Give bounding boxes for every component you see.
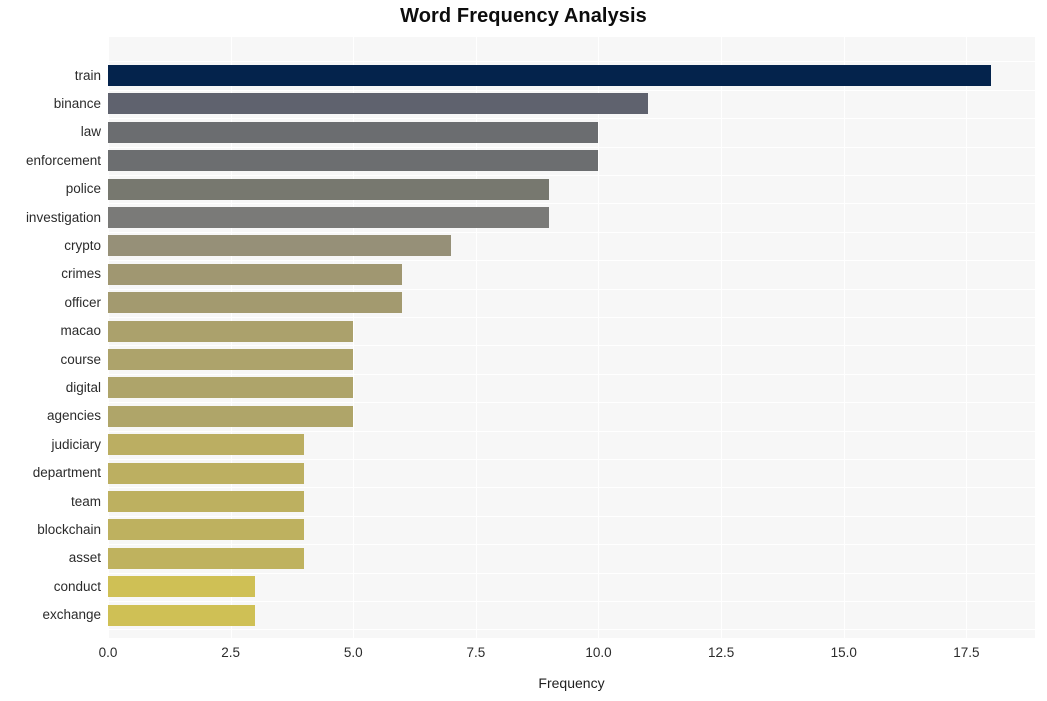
y-axis-tick-label: crimes [61,266,101,282]
chart-figure: Word Frequency Analysis train binance law e… [0,0,1047,701]
x-axis-tick-label: 2.5 [221,645,240,660]
bar [108,320,354,342]
y-axis-tick-label: investigation [25,209,101,225]
y-axis-tick-label: judiciary [51,436,101,452]
y-axis-tick-label: blockchain [37,521,101,537]
x-axis-tick-label: 10.0 [585,645,612,660]
y-gridline [108,600,1035,602]
y-gridline [108,61,1035,63]
y-gridline [108,260,1035,262]
y-gridline [108,430,1035,432]
y-axis-tick-label: police [65,181,101,197]
bar [108,292,403,314]
y-axis-tick-labels: train binance law enforcement police investig… [0,37,101,638]
y-axis-tick-label: agencies [46,408,101,424]
bar [108,405,354,427]
y-axis-tick-label: team [70,493,101,509]
bar [108,434,305,456]
bar [108,491,305,512]
y-axis-tick-label: digital [65,379,101,395]
plot-area [108,37,1035,638]
y-gridline [108,316,1035,318]
x-axis-tick-label: 17.5 [953,645,980,660]
page-title: Word Frequency Analysis [400,5,647,27]
bar [108,93,648,115]
y-axis-tick-label: officer [64,294,101,310]
y-gridline [108,487,1035,489]
y-axis-tick-label: asset [68,550,101,566]
x-axis-title: Frequency [538,675,605,691]
y-gridline [108,629,1035,631]
y-gridline [108,89,1035,91]
bar [108,547,305,569]
x-gridline [721,37,723,638]
bar [108,121,599,143]
y-gridline [108,231,1035,233]
bar [108,150,599,172]
x-axis-tick-label: 7.5 [466,645,486,660]
bar [108,263,403,285]
bar [108,377,354,399]
y-axis-tick-label: department [32,465,101,481]
x-gridline [598,37,600,638]
y-axis-tick-label: binance [53,95,101,111]
y-axis-tick-label: train [74,67,101,83]
y-gridline [108,544,1035,546]
bar [108,178,550,200]
x-axis-tick-label: 15.0 [830,645,857,660]
y-axis-tick-label: conduct [53,578,101,594]
bar [108,462,305,484]
y-axis-tick-label: law [80,124,101,140]
y-gridline [108,118,1035,120]
y-gridline [108,458,1035,460]
x-gridline [966,37,968,638]
x-axis-tick-label: 0.0 [98,645,118,660]
bar [108,519,305,541]
x-gridline [843,37,845,638]
y-gridline [108,146,1035,148]
y-gridline [108,572,1035,574]
bar [108,235,452,257]
y-axis-tick-label: enforcement [25,152,101,168]
x-axis-tick-label: 12.5 [707,645,735,660]
y-gridline [108,203,1035,205]
bar [108,604,256,626]
y-gridline [108,174,1035,176]
bar [108,349,354,370]
x-axis-tick-label: 5.0 [343,645,363,660]
y-axis-tick-label: course [60,351,101,367]
bar [108,65,991,86]
y-gridline [108,288,1035,290]
y-gridline [108,515,1035,517]
y-axis-tick-label: crypto [64,237,101,253]
x-axis-tick-labels: 0.0 2.5 5.0 7.5 10.0 12.5 15.0 17.5 [0,645,1047,665]
bar [108,207,550,228]
y-axis-tick-label: exchange [42,607,101,623]
y-gridline [108,402,1035,404]
bar [108,576,256,598]
y-axis-tick-label: macao [60,323,101,339]
y-gridline [108,345,1035,347]
y-gridline [108,373,1035,375]
